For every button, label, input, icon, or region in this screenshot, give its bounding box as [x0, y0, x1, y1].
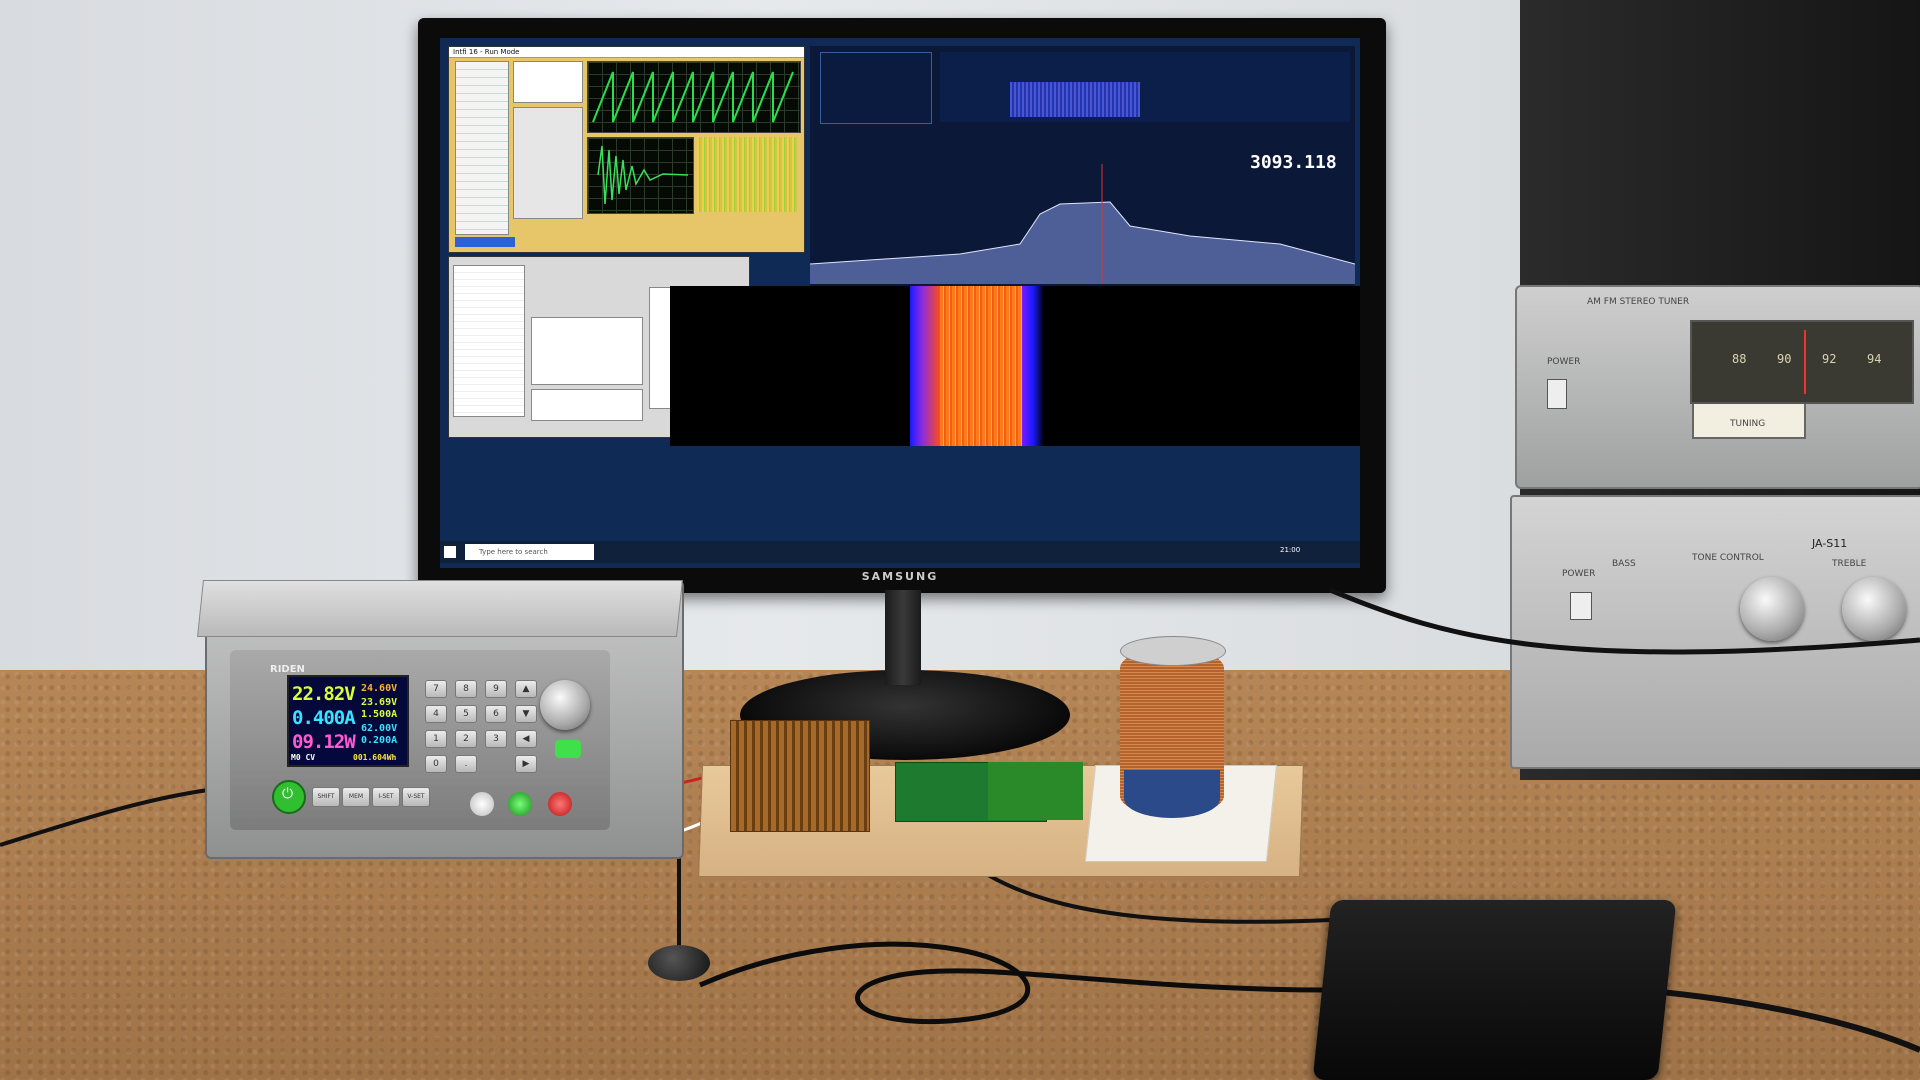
- key-dot[interactable]: .: [455, 755, 477, 773]
- binding-post-red[interactable]: [548, 792, 572, 816]
- psu-vset-key[interactable]: V-SET: [402, 787, 430, 807]
- key-5[interactable]: 5: [455, 705, 477, 723]
- psu-output-button[interactable]: [555, 740, 581, 758]
- psu-shift-key[interactable]: SHIFT: [312, 787, 340, 807]
- psu-encoder-knob[interactable]: [540, 680, 590, 730]
- key-9[interactable]: 9: [485, 680, 507, 698]
- coil-top-cap: [1120, 636, 1226, 666]
- antenna-base: [648, 945, 710, 981]
- psu-display: 22.82V 0.400A 09.12W 24.60V 23.69V 1.500…: [287, 675, 409, 767]
- key-right[interactable]: ▶: [515, 755, 537, 773]
- key-6[interactable]: 6: [485, 705, 507, 723]
- psu-energy: 001.604Wh: [353, 753, 397, 762]
- psu-brand: RIDEN: [270, 664, 305, 675]
- key-2[interactable]: 2: [455, 730, 477, 748]
- psu-limit: 0.200A: [361, 735, 398, 746]
- key-8[interactable]: 8: [455, 680, 477, 698]
- heatsink: [730, 720, 870, 832]
- psu-mode: M0 CV: [291, 753, 316, 762]
- binding-post-green[interactable]: [508, 792, 532, 816]
- key-3[interactable]: 3: [485, 730, 507, 748]
- power-supply-top: [197, 580, 683, 637]
- psu-power-button[interactable]: ⏻: [272, 780, 306, 814]
- binding-post-white[interactable]: [470, 792, 494, 816]
- key-7[interactable]: 7: [425, 680, 447, 698]
- psu-voltage: 22.82V: [292, 683, 356, 705]
- module-pcb: [988, 762, 1083, 820]
- key-0[interactable]: 0: [425, 755, 447, 773]
- sdr-receiver-box: [1312, 900, 1677, 1080]
- key-left[interactable]: ◀: [515, 730, 537, 748]
- psu-current: 0.400A: [292, 707, 356, 729]
- coil-base: [1124, 770, 1220, 818]
- psu-set-voltage: 23.69V: [361, 697, 398, 708]
- psu-set-current: 1.500A: [361, 709, 398, 720]
- psu-mem-key[interactable]: MEM: [342, 787, 370, 807]
- power-icon: ⏻: [282, 786, 294, 802]
- psu-input-voltage: 24.60V: [361, 683, 398, 694]
- key-4[interactable]: 4: [425, 705, 447, 723]
- key-up[interactable]: ▲: [515, 680, 537, 698]
- psu-temperature: 62.00V: [361, 723, 398, 734]
- key-1[interactable]: 1: [425, 730, 447, 748]
- psu-power: 09.12W: [292, 731, 356, 753]
- key-down[interactable]: ▼: [515, 705, 537, 723]
- psu-iset-key[interactable]: I-SET: [372, 787, 400, 807]
